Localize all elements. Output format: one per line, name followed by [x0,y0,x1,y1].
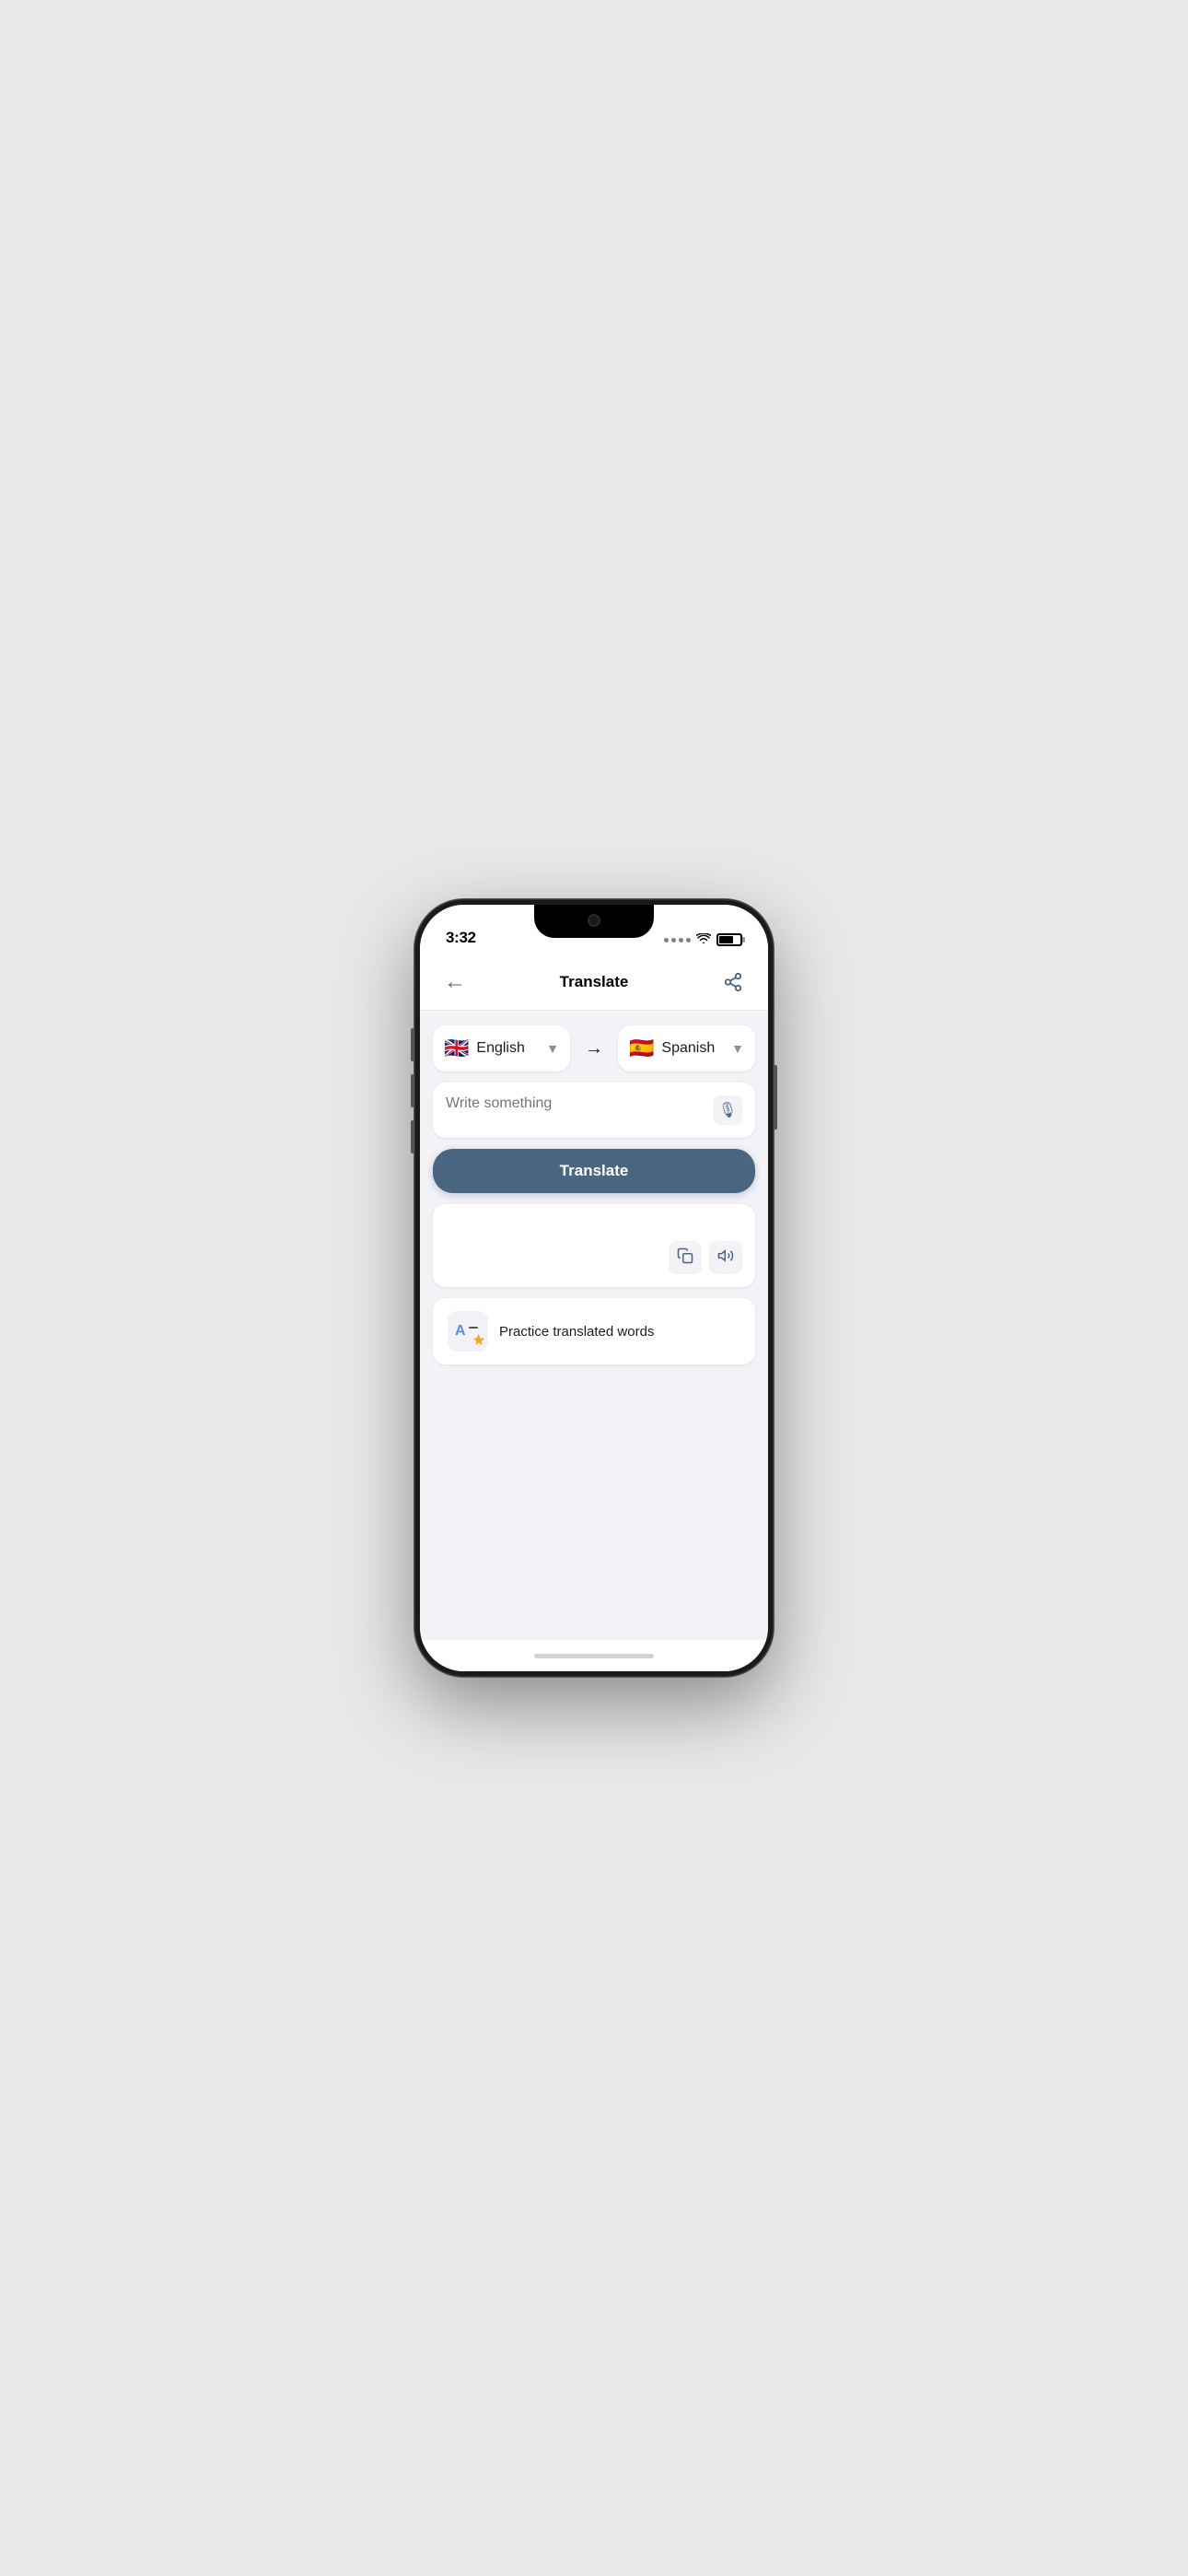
practice-icon: A [448,1311,488,1352]
target-flag-icon: 🇪🇸 [629,1038,654,1059]
translate-button[interactable]: Translate [433,1149,755,1193]
output-text [446,1217,742,1234]
output-card [433,1204,755,1287]
language-selector-row: 🇬🇧 English ▼ → 🇪🇸 Spanish ▼ [433,1025,755,1071]
source-language-selector[interactable]: 🇬🇧 English ▼ [433,1025,570,1071]
svg-text:A: A [455,1323,466,1339]
source-language-name: English [476,1040,539,1057]
phone-screen: 3:32 [420,905,768,1671]
translate-button-label: Translate [560,1162,629,1179]
arrow-right-icon: → [585,1038,603,1060]
signal-icon [664,938,691,943]
mic-button[interactable]: 🎙 [713,1095,742,1125]
phone-device: 3:32 [414,899,774,1677]
battery-icon [716,933,742,946]
practice-card[interactable]: A Practice translated words [433,1298,755,1364]
front-camera [588,914,600,927]
wifi-icon [696,932,711,947]
output-actions [446,1241,742,1274]
share-icon [723,972,743,992]
scroll-area: 🇬🇧 English ▼ → 🇪🇸 Spanish ▼ [420,1011,768,1640]
input-card: 🎙 [433,1083,755,1138]
translation-input[interactable] [446,1095,704,1123]
app-content: ← Translate 🇬 [420,954,768,1671]
target-language-name: Spanish [661,1040,724,1057]
speaker-button[interactable] [709,1241,742,1274]
source-flag-icon: 🇬🇧 [444,1038,469,1059]
home-indicator [420,1640,768,1671]
source-chevron-icon: ▼ [546,1041,559,1056]
speaker-icon [717,1247,734,1269]
home-bar [534,1654,654,1658]
language-swap-arrow: → [577,1038,611,1060]
notch [534,905,654,938]
copy-icon [677,1247,693,1269]
page-title: Translate [560,973,629,991]
status-time: 3:32 [446,929,476,947]
back-button[interactable]: ← [438,966,472,999]
mic-icon: 🎙 [718,1101,737,1119]
nav-bar: ← Translate [420,954,768,1011]
share-button[interactable] [716,966,750,999]
target-chevron-icon: ▼ [731,1041,744,1056]
status-icons [664,932,742,947]
copy-button[interactable] [669,1241,702,1274]
target-language-selector[interactable]: 🇪🇸 Spanish ▼ [618,1025,755,1071]
back-arrow-icon: ← [444,971,466,993]
practice-label: Practice translated words [499,1324,654,1340]
